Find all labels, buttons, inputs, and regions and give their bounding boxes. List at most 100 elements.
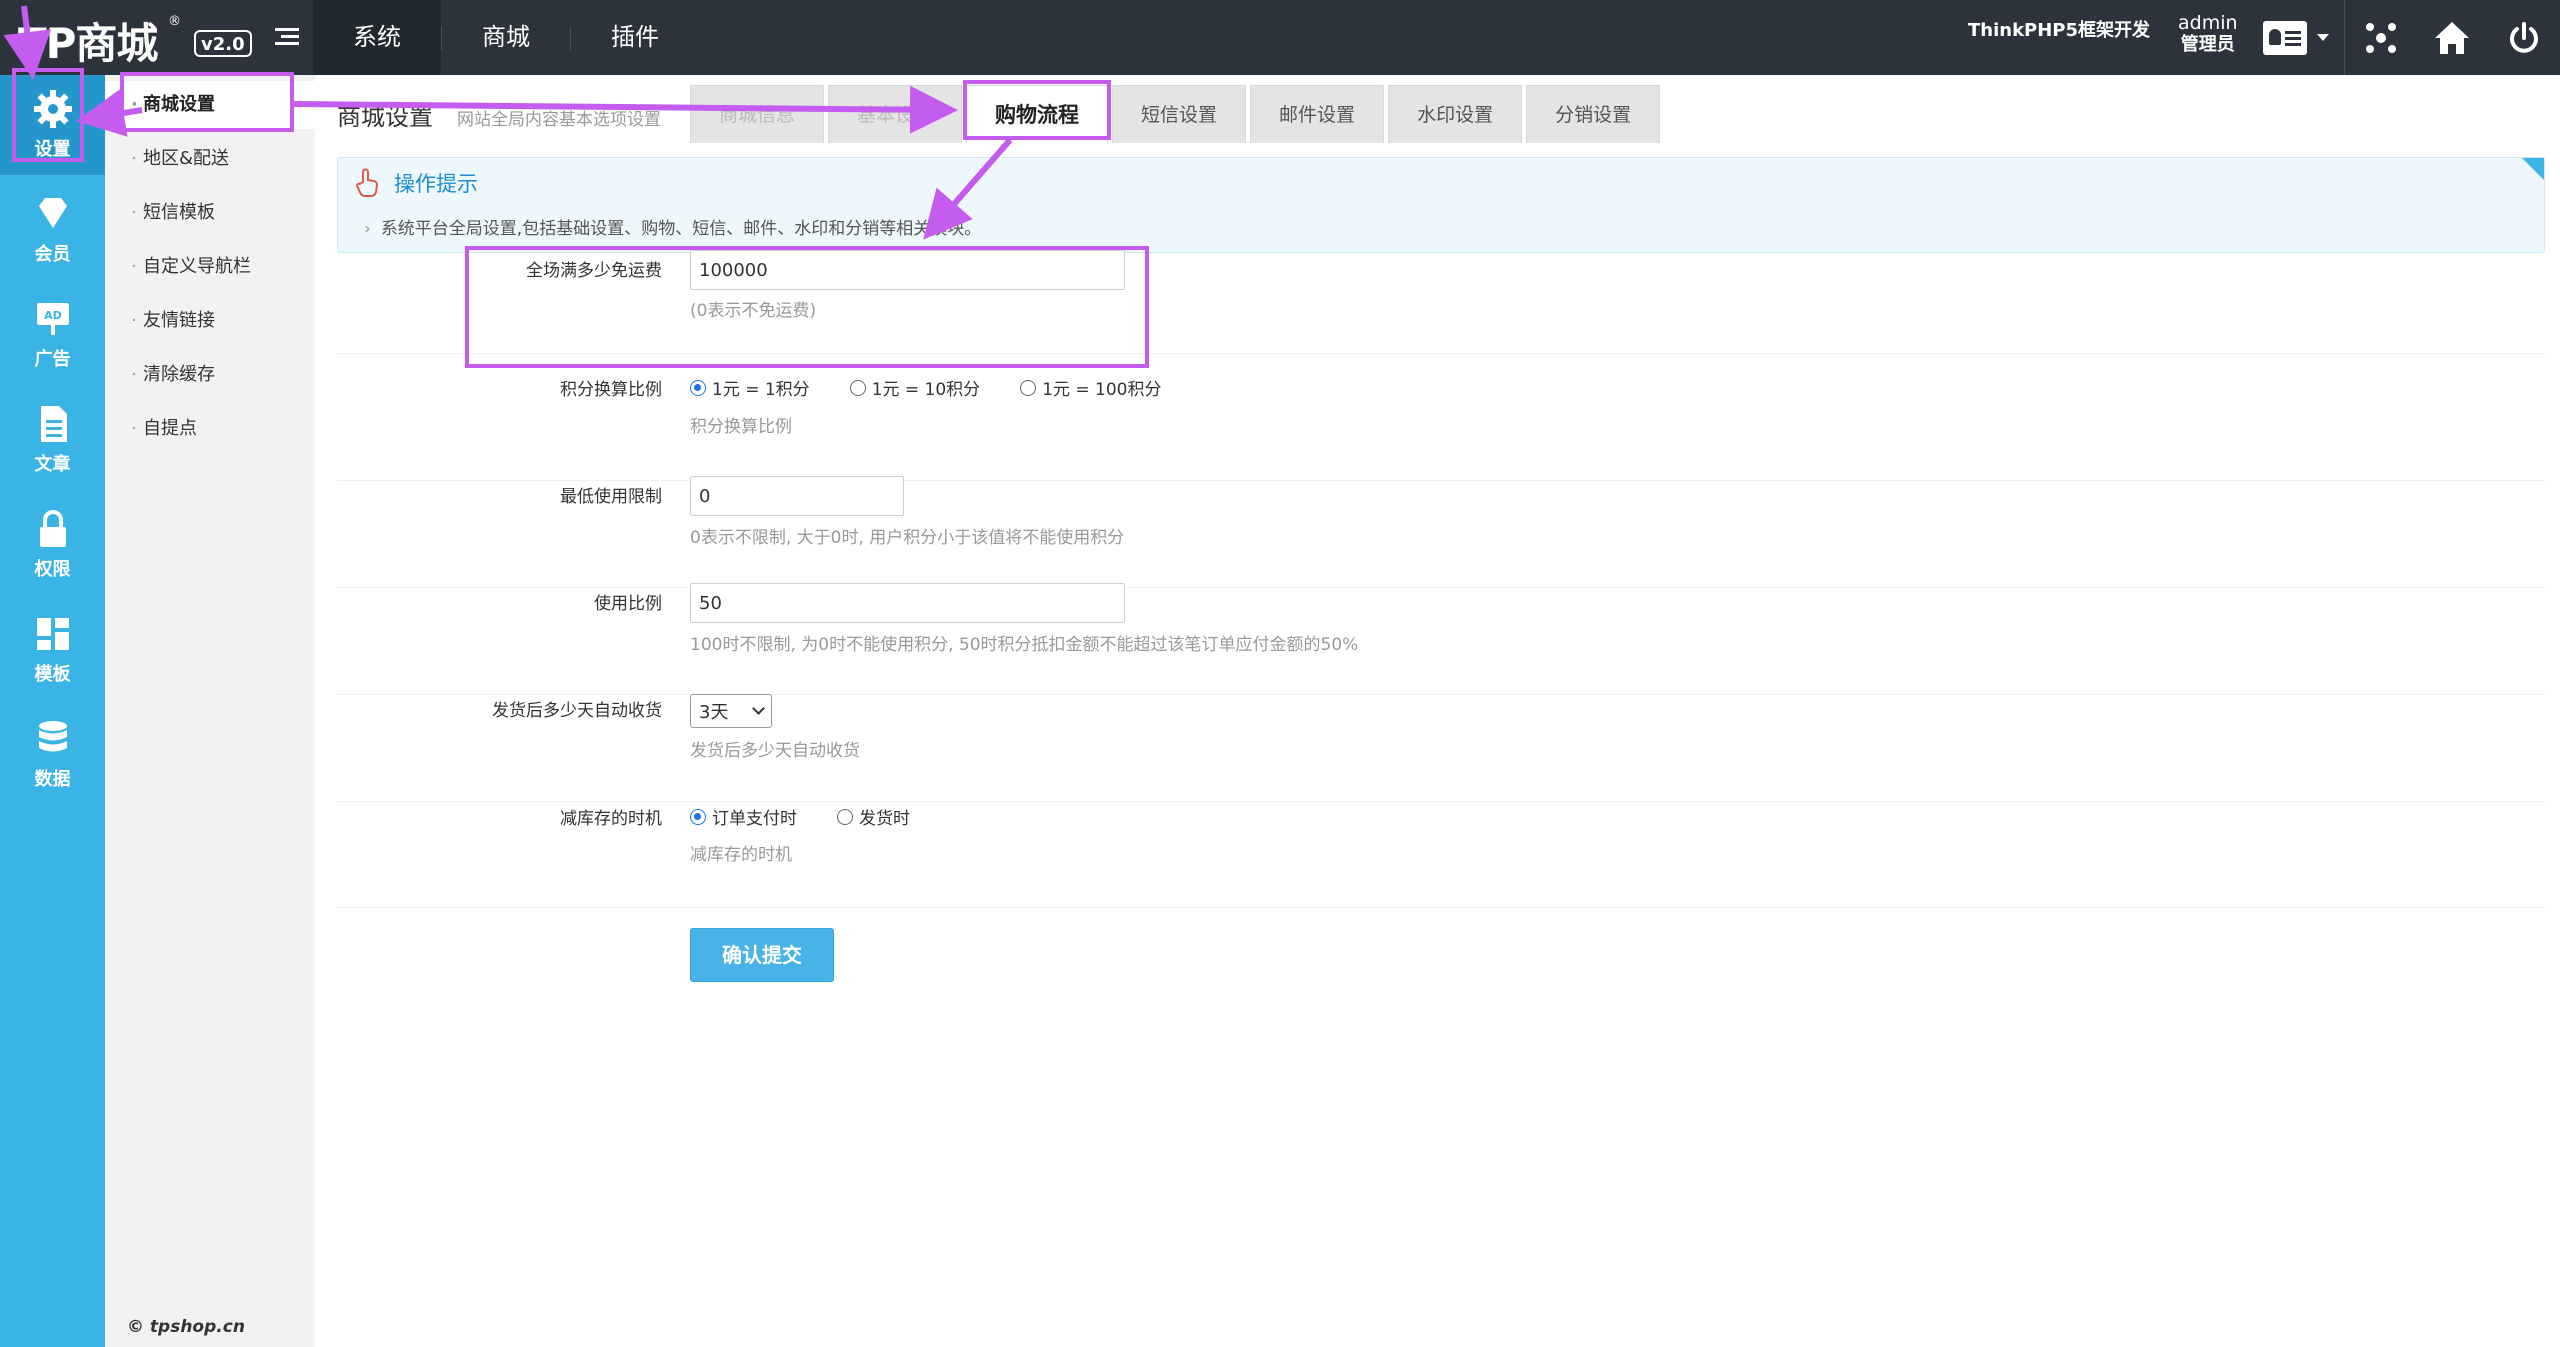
version-badge: v2.0 [194, 30, 252, 57]
radio-circle [690, 808, 706, 825]
operation-tips: 操作提示 › 系统平台全局设置,包括基础设置、购物、短信、邮件、水印和分销等相关模… [337, 157, 2545, 253]
user-info[interactable]: admin 管理员 [2178, 12, 2238, 56]
user-card-menu[interactable] [2248, 0, 2344, 75]
subnav-item-pickup-points[interactable]: · 自提点 [105, 405, 315, 453]
tab-sms-settings[interactable]: 短信设置 [1112, 85, 1247, 143]
id-card-icon [2263, 20, 2307, 55]
subnav-label: 清除缓存 [143, 364, 215, 385]
chevron-down-icon [752, 702, 765, 715]
subnav-label: 友情链接 [143, 310, 215, 331]
rail-item-articles[interactable]: 文章 [0, 390, 105, 490]
grid-icon [36, 618, 69, 650]
tab-distribution-settings[interactable]: 分销设置 [1526, 85, 1661, 143]
user-role: 管理员 [2180, 34, 2235, 55]
radio-points-1[interactable]: 1元 = 1积分 [690, 375, 810, 400]
home-button[interactable] [2416, 0, 2488, 75]
submit-button[interactable]: 确认提交 [690, 928, 834, 982]
points-ratio-hint: 积分换算比例 [690, 417, 792, 437]
use-ratio-hint: 100时不限制, 为0时不能使用积分, 50时积分抵扣金额不能超过该笔订单应付金… [690, 635, 1359, 655]
subnav-item-mall-settings[interactable]: · 商城设置 [105, 81, 315, 129]
lock-icon [39, 510, 66, 547]
radio-circle [849, 379, 866, 396]
row-auto-receive: 发货后多少天自动收货 3天 发货后多少天自动收货 [337, 694, 2545, 802]
rail-item-data[interactable]: 数据 [0, 705, 105, 805]
database-icon [38, 721, 67, 752]
bullet: · [131, 148, 137, 169]
tab-shopping-flow[interactable]: 购物流程 [966, 85, 1109, 143]
pointing-hand-icon [356, 168, 378, 197]
rail-label-data: 数据 [34, 769, 71, 790]
sub-sidebar: · 商城设置 · 地区&配送 · 短信模板 · 自定义导航栏 · 友情链接 · 清除缓存 ·… [105, 75, 315, 1347]
min-limit-hint: 0表示不限制, 大于0时, 用户积分小于该值将不能使用积分 [690, 528, 1125, 548]
bullet: · [131, 418, 137, 439]
subnav-label: 自提点 [143, 418, 197, 439]
subnav-item-regions[interactable]: · 地区&配送 [105, 135, 315, 183]
subnav-label: 商城设置 [143, 94, 215, 115]
free-shipping-hint: (0表示不免运费) [690, 301, 817, 321]
subnav-item-clear-cache[interactable]: · 清除缓存 [105, 351, 315, 399]
top-nav-system[interactable]: 系统 [313, 0, 441, 75]
bullet: · [131, 310, 137, 331]
free-shipping-input[interactable] [690, 250, 1125, 290]
brand-logo: TP商城 [18, 19, 158, 68]
collapse-corner-icon[interactable] [2522, 158, 2544, 180]
menu-toggle-icon[interactable] [275, 28, 299, 48]
points-ratio-options: 1元 = 1积分 1元 = 10积分 1元 = 100积分 [690, 375, 1202, 400]
rail-item-templates[interactable]: 模板 [0, 600, 105, 700]
rail-label-templates: 模板 [34, 664, 71, 685]
rail-item-ads[interactable]: AD 广告 [0, 285, 105, 385]
use-ratio-input[interactable] [690, 583, 1125, 623]
rail-label-ads: 广告 [34, 349, 71, 370]
sitemap-button[interactable] [2344, 0, 2416, 75]
bullet: · [131, 256, 137, 277]
tab-watermark-settings[interactable]: 水印设置 [1388, 85, 1523, 143]
subnav-item-custom-nav[interactable]: · 自定义导航栏 [105, 243, 315, 291]
chevron-down-icon [2317, 34, 2329, 41]
rail-label-settings: 设置 [34, 139, 71, 160]
tab-email-settings[interactable]: 邮件设置 [1250, 85, 1385, 143]
auto-receive-field: 3天 [690, 694, 772, 728]
home-icon [2435, 21, 2469, 54]
row-min-limit: 最低使用限制 0表示不限制, 大于0时, 用户积分小于该值将不能使用积分 [337, 476, 2545, 588]
rail-item-members[interactable]: 会员 [0, 180, 105, 280]
brand[interactable]: TP商城 ® v2.0 [0, 0, 313, 75]
subnav-item-sms-templates[interactable]: · 短信模板 [105, 189, 315, 237]
min-limit-input[interactable] [690, 476, 904, 516]
tip-header[interactable]: 操作提示 [354, 168, 478, 198]
points-ratio-label: 积分换算比例 [560, 380, 662, 400]
stock-timing-options: 订单支付时 发货时 [690, 804, 950, 829]
network-icon [2365, 22, 2396, 53]
top-bar: TP商城 ® v2.0 系统 商城 插件 ThinkPHP5框架开发 admin… [0, 0, 2560, 75]
radio-label: 1元 = 1积分 [712, 380, 810, 400]
document-icon [40, 406, 67, 442]
radio-points-10[interactable]: 1元 = 10积分 [849, 375, 981, 400]
radio-stock-on-shipping[interactable]: 发货时 [837, 804, 910, 829]
top-nav-plugins[interactable]: 插件 [571, 0, 699, 75]
svg-text:AD: AD [44, 309, 62, 322]
radio-label: 1元 = 10积分 [871, 380, 981, 400]
top-nav-mall[interactable]: 商城 [442, 0, 570, 75]
ad-board-icon: AD [36, 303, 69, 335]
radio-label: 1元 = 100积分 [1042, 380, 1162, 400]
free-shipping-label: 全场满多少免运费 [526, 261, 662, 281]
radio-circle [1020, 379, 1037, 396]
diamond-icon [38, 198, 67, 228]
tip-title: 操作提示 [394, 172, 478, 196]
radio-points-100[interactable]: 1元 = 100积分 [1020, 375, 1162, 400]
subnav-item-friend-links[interactable]: · 友情链接 [105, 297, 315, 345]
bullet: · [131, 202, 137, 223]
top-nav: 系统 商城 插件 [313, 0, 699, 75]
logout-button[interactable] [2488, 0, 2560, 75]
tab-basic-settings[interactable]: 基本设置 [828, 85, 963, 143]
rail-item-settings[interactable]: 设置 [0, 75, 105, 175]
tab-mall-info[interactable]: 商城信息 [690, 85, 825, 143]
stock-timing-hint: 减库存的时机 [690, 845, 792, 865]
gear-icon [33, 90, 72, 128]
rail-item-permissions[interactable]: 权限 [0, 495, 105, 595]
tip-text: › 系统平台全局设置,包括基础设置、购物、短信、邮件、水印和分销等相关模块。 [364, 214, 981, 239]
power-icon [2510, 21, 2538, 53]
main-content: 商城设置 网站全局内容基本选项设置 商城信息 基本设置 购物流程 短信设置 邮件… [315, 75, 2560, 1347]
radio-stock-on-payment[interactable]: 订单支付时 [690, 804, 797, 829]
tip-text-content: 系统平台全局设置,包括基础设置、购物、短信、邮件、水印和分销等相关模块。 [380, 219, 982, 239]
auto-receive-select[interactable]: 3天 [690, 694, 772, 728]
